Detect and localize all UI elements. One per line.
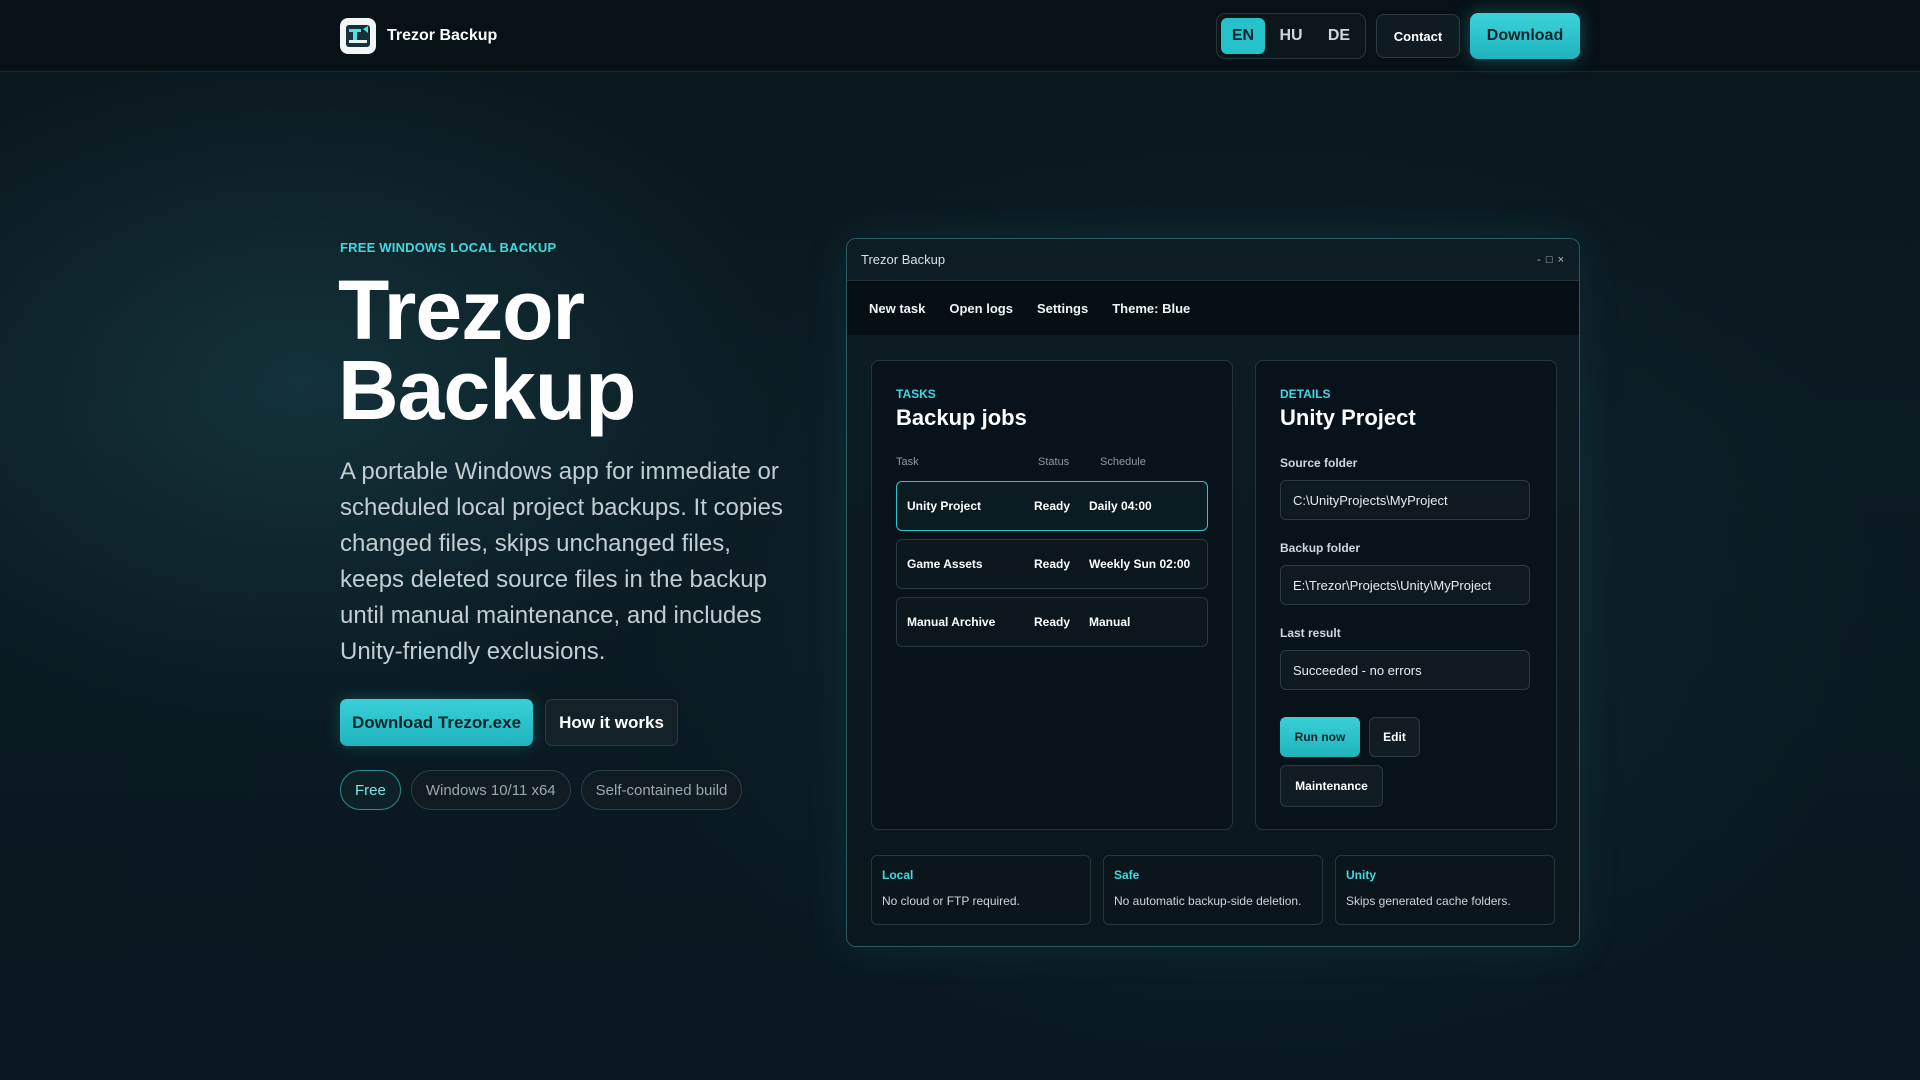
task-schedule: Daily 04:00 xyxy=(1089,499,1152,513)
language-de-label: DE xyxy=(1327,27,1351,44)
tag-self-contained: Self-contained build xyxy=(580,770,743,810)
feature-text: Skips generated cache folders. xyxy=(1346,894,1511,908)
brand[interactable]: Trezor Backup xyxy=(340,18,497,54)
last-result-label: Last result xyxy=(1280,626,1341,640)
last-result-field: Succeeded - no errors xyxy=(1280,650,1530,690)
download-button[interactable]: Download xyxy=(1470,13,1580,59)
feature-card-safe: Safe No automatic backup-side deletion. xyxy=(1103,855,1323,925)
language-en-label: EN xyxy=(1231,27,1255,44)
edit-button[interactable]: Edit xyxy=(1369,717,1420,757)
tasks-heading: Backup jobs xyxy=(896,405,1027,430)
menu-settings[interactable]: Settings xyxy=(1037,301,1088,316)
window-body: TASKS Backup jobs Task Status Schedule U… xyxy=(847,335,1579,946)
app-window-preview: Trezor Backup - □ × New task Open logs S… xyxy=(846,238,1580,947)
hero-description: A portable Windows app for immediate or … xyxy=(340,458,783,665)
menu-open-logs[interactable]: Open logs xyxy=(949,301,1013,316)
window-title: Trezor Backup xyxy=(861,252,946,267)
download-trezor-exe-button[interactable]: Download Trezor.exe xyxy=(340,699,533,746)
backup-folder-field[interactable]: E:\Trezor\Projects\Unity\MyProject xyxy=(1280,565,1530,605)
tasks-eyebrow: TASKS xyxy=(896,387,936,401)
window-menu-bar: New task Open logs Settings Theme: Blue xyxy=(847,281,1579,335)
task-name: Unity Project xyxy=(907,499,982,513)
column-schedule: Schedule xyxy=(1100,456,1146,468)
window-controls-icon[interactable]: - □ × xyxy=(1537,254,1565,266)
menu-theme[interactable]: Theme: Blue xyxy=(1112,301,1190,316)
feature-title: Safe xyxy=(1114,868,1140,882)
details-eyebrow: DETAILS xyxy=(1280,387,1331,401)
task-schedule: Weekly Sun 02:00 xyxy=(1089,557,1191,571)
contact-button[interactable]: Contact xyxy=(1376,14,1460,58)
menu-new-task[interactable]: New task xyxy=(869,301,925,316)
feature-text: No cloud or FTP required. xyxy=(882,894,1020,908)
how-it-works-button[interactable]: How it works xyxy=(545,699,678,746)
details-panel: DETAILS Unity Project Source folder C:\U… xyxy=(1255,360,1557,830)
maintenance-button[interactable]: Maintenance xyxy=(1280,765,1383,807)
trezor-logo-icon xyxy=(340,18,376,54)
task-schedule: Manual xyxy=(1089,615,1131,629)
column-status: Status xyxy=(1038,456,1070,468)
feature-text: No automatic backup-side deletion. xyxy=(1114,894,1302,908)
tag-free: Free xyxy=(340,770,401,810)
language-hu-label: HU xyxy=(1279,27,1303,44)
hero-eyebrow: FREE WINDOWS LOCAL BACKUP xyxy=(340,240,557,255)
brand-name: Trezor Backup xyxy=(387,27,498,44)
language-switcher: EN HU DE xyxy=(1216,13,1366,59)
feature-card-unity: Unity Skips generated cache folders. xyxy=(1335,855,1555,925)
task-status: Ready xyxy=(1034,615,1071,629)
task-status: Ready xyxy=(1034,499,1071,513)
hero-title: Trezor Backup xyxy=(338,263,636,437)
language-de-button[interactable]: DE xyxy=(1317,18,1361,54)
top-navigation-bar: Trezor Backup EN HU DE Contact Download xyxy=(0,0,1920,72)
window-titlebar: Trezor Backup - □ × xyxy=(847,239,1579,281)
table-row[interactable]: Manual Archive Ready Manual xyxy=(896,597,1208,647)
tasks-panel: TASKS Backup jobs Task Status Schedule U… xyxy=(871,360,1233,830)
source-folder-field[interactable]: C:\UnityProjects\MyProject xyxy=(1280,480,1530,520)
run-now-button[interactable]: Run now xyxy=(1280,717,1360,757)
feature-title: Unity xyxy=(1346,868,1376,882)
language-hu-button[interactable]: HU xyxy=(1269,18,1313,54)
task-name: Manual Archive xyxy=(907,615,996,629)
language-en-button[interactable]: EN xyxy=(1221,18,1265,54)
tag-windows: Windows 10/11 x64 xyxy=(410,770,571,810)
table-row[interactable]: Game Assets Ready Weekly Sun 02:00 xyxy=(896,539,1208,589)
task-status: Ready xyxy=(1034,557,1071,571)
task-name: Game Assets xyxy=(907,557,983,571)
feature-tags: Free Windows 10/11 x64 Self-contained bu… xyxy=(340,770,743,810)
table-row[interactable]: Unity Project Ready Daily 04:00 xyxy=(896,481,1208,531)
source-folder-label: Source folder xyxy=(1280,456,1358,470)
column-task: Task xyxy=(896,456,919,468)
backup-folder-label: Backup folder xyxy=(1280,541,1361,555)
feature-card-local: Local No cloud or FTP required. xyxy=(871,855,1091,925)
details-heading: Unity Project xyxy=(1280,405,1416,430)
feature-title: Local xyxy=(882,868,914,882)
